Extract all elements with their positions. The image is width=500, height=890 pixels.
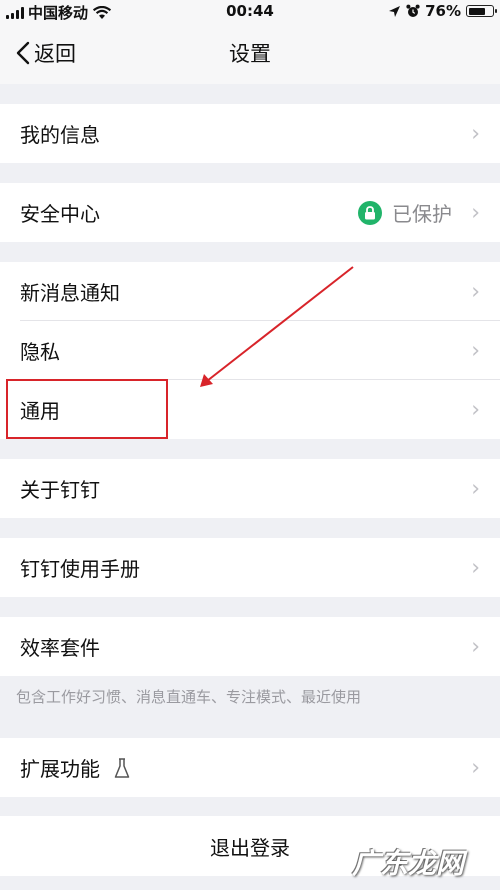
chevron-right-icon: › <box>471 555 480 580</box>
row-label: 通用 <box>20 399 60 423</box>
nav-bar: 返回 设置 <box>0 24 500 84</box>
row-label: 安全中心 <box>20 202 100 226</box>
chevron-right-icon: › <box>471 755 480 780</box>
row-label: 隐私 <box>20 340 60 364</box>
battery-percent: 76% <box>425 2 461 20</box>
row-extensions[interactable]: 扩展功能 › <box>0 738 500 797</box>
row-label: 效率套件 <box>20 636 100 660</box>
row-new-message-notice[interactable]: 新消息通知 › <box>0 262 500 321</box>
row-label: 我的信息 <box>20 123 100 147</box>
lock-icon <box>358 200 382 225</box>
row-privacy[interactable]: 隐私 › <box>0 321 500 380</box>
row-label: 钉钉使用手册 <box>20 557 140 581</box>
battery-fill <box>468 7 486 15</box>
row-general[interactable]: 通用 › <box>0 380 500 439</box>
chevron-right-icon: › <box>471 121 480 146</box>
row-label: 关于钉钉 <box>20 478 100 502</box>
row-my-info[interactable]: 我的信息 › <box>0 104 500 163</box>
chevron-right-icon: › <box>471 397 480 422</box>
row-about[interactable]: 关于钉钉 › <box>0 459 500 518</box>
alarm-icon <box>406 4 420 17</box>
chevron-right-icon: › <box>471 338 480 363</box>
security-status-label: 已保护 <box>392 202 452 226</box>
watermark: 广东龙网 <box>351 847 464 880</box>
back-button[interactable]: 返回 <box>16 38 76 68</box>
efficiency-hint: 包含工作好习惯、消息直通车、专注模式、最近使用 <box>16 688 362 706</box>
battery-icon <box>466 5 497 17</box>
row-efficiency-suite[interactable]: 效率套件 › <box>0 617 500 676</box>
row-label: 新消息通知 <box>20 281 120 305</box>
row-label: 扩展功能 <box>20 757 100 781</box>
status-bar: 中国移动 00:44 76% <box>0 0 500 24</box>
row-security-center[interactable]: 安全中心 已保护 › <box>0 183 500 242</box>
row-manual[interactable]: 钉钉使用手册 › <box>0 538 500 597</box>
chevron-right-icon: › <box>471 634 480 659</box>
status-right: 76% <box>388 2 497 20</box>
back-chevron-icon <box>16 41 30 65</box>
chevron-right-icon: › <box>471 200 480 225</box>
back-label: 返回 <box>34 42 76 66</box>
chevron-right-icon: › <box>471 476 480 501</box>
logout-label: 退出登录 <box>210 835 290 860</box>
chevron-right-icon: › <box>471 279 480 304</box>
security-status: 已保护 <box>358 183 452 242</box>
location-icon <box>389 5 401 17</box>
flask-icon <box>114 757 130 779</box>
